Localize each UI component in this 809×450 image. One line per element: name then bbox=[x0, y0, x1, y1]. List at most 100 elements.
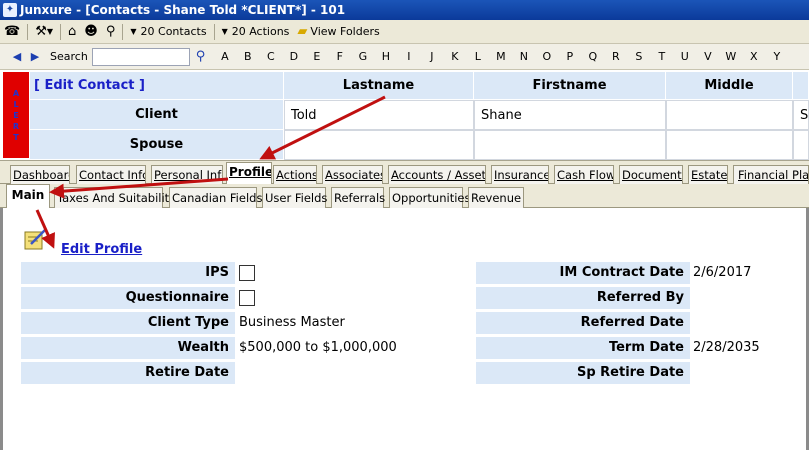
alert-letter: A bbox=[12, 88, 20, 98]
tab-estate[interactable]: Estate bbox=[688, 165, 728, 185]
tab-cash-flow[interactable]: Cash Flow bbox=[554, 165, 614, 185]
alpha-letter[interactable]: O bbox=[535, 50, 558, 63]
alpha-letter[interactable]: D bbox=[282, 50, 305, 63]
referred-by-label: Referred By bbox=[476, 287, 690, 309]
alpha-letter[interactable]: F bbox=[328, 50, 351, 63]
spouse-middle-field[interactable] bbox=[666, 130, 793, 160]
sp-retire-date-label: Sp Retire Date bbox=[476, 362, 690, 384]
alpha-letter[interactable]: G bbox=[351, 50, 374, 63]
spouse-lastname-field[interactable] bbox=[284, 130, 474, 160]
term-date-label: Term Date bbox=[476, 337, 690, 359]
toolbar: ☎ ⚒ ▼ ⌂ ☻ ⚲ ▼ 20 Contacts ▼ 20 Actions ▰ … bbox=[0, 20, 809, 44]
client-extra-field[interactable]: Sh bbox=[793, 100, 809, 130]
folder-icon: ▰ bbox=[297, 23, 308, 39]
wealth-label: Wealth bbox=[21, 337, 235, 359]
search-label: Search bbox=[50, 50, 88, 63]
alpha-letter[interactable]: I bbox=[397, 50, 420, 63]
alpha-letter[interactable]: Q bbox=[581, 50, 604, 63]
actions-dropdown-button[interactable]: ▼ 20 Actions bbox=[218, 22, 294, 42]
binoculars-icon[interactable]: ⚲ bbox=[102, 22, 120, 42]
subtab-main[interactable]: Main bbox=[6, 184, 50, 208]
tab-actions[interactable]: Actions bbox=[273, 165, 317, 185]
notepad-pencil-icon[interactable] bbox=[23, 227, 49, 251]
alpha-letter[interactable]: Y bbox=[765, 50, 788, 63]
dropdown-arrow-icon: ▼ bbox=[221, 27, 228, 36]
search-go-icon[interactable]: ⚲ bbox=[196, 49, 206, 65]
alpha-letter[interactable]: P bbox=[558, 50, 581, 63]
tab-documents[interactable]: Documents bbox=[619, 165, 683, 185]
tab-dashboard[interactable]: Dashboard bbox=[10, 165, 70, 185]
contacts-group-icon[interactable]: ☻ bbox=[80, 22, 102, 42]
tab-insurance[interactable]: Insurance bbox=[491, 165, 549, 185]
ips-checkbox[interactable] bbox=[239, 265, 255, 281]
row-label-client: Client bbox=[30, 100, 284, 130]
phone-icon[interactable]: ☎ bbox=[0, 22, 24, 42]
alert-indicator[interactable]: ALERT bbox=[3, 72, 29, 158]
contacts-dropdown-button[interactable]: ▼ 20 Contacts bbox=[126, 22, 210, 42]
edit-contact-link[interactable]: [ Edit Contact ] bbox=[30, 72, 284, 100]
row-label-spouse: Spouse bbox=[30, 130, 284, 160]
column-header-middle: Middle bbox=[666, 72, 793, 100]
alpha-letter[interactable]: X bbox=[742, 50, 765, 63]
alpha-letter[interactable]: C bbox=[259, 50, 282, 63]
contacts-count-label: 20 Contacts bbox=[140, 25, 207, 38]
column-header-firstname: Firstname bbox=[474, 72, 666, 100]
alert-letter: T bbox=[13, 132, 19, 142]
alpha-letter[interactable]: V bbox=[696, 50, 719, 63]
actions-count-label: 20 Actions bbox=[231, 25, 290, 38]
alpha-letter[interactable]: S bbox=[627, 50, 650, 63]
client-lastname-field[interactable]: Told bbox=[284, 100, 474, 130]
alpha-letter[interactable]: W bbox=[719, 50, 742, 63]
profile-main-panel: Edit Profile IPS Questionnaire Client Ty… bbox=[0, 208, 809, 450]
alpha-letter[interactable]: A bbox=[213, 50, 236, 63]
back-arrow-icon[interactable]: ◀ bbox=[8, 50, 26, 63]
term-date-value: 2/28/2035 bbox=[693, 340, 760, 355]
alert-letter: L bbox=[13, 99, 19, 109]
client-firstname-field[interactable]: Shane bbox=[474, 100, 666, 130]
alpha-letter[interactable]: U bbox=[673, 50, 696, 63]
questionnaire-checkbox[interactable] bbox=[239, 290, 255, 306]
subtab-taxes-and-suitability[interactable]: Taxes And Suitability bbox=[54, 187, 176, 208]
alpha-letter[interactable]: J bbox=[420, 50, 443, 63]
alpha-letter[interactable]: M bbox=[489, 50, 512, 63]
spouse-extra-field[interactable] bbox=[793, 130, 809, 160]
edit-profile-link[interactable]: Edit Profile bbox=[61, 242, 142, 257]
alert-letter: E bbox=[13, 110, 19, 120]
alert-letter: R bbox=[12, 121, 20, 131]
subtab-revenue[interactable]: Revenue bbox=[468, 187, 524, 208]
im-contract-date-label: IM Contract Date bbox=[476, 262, 690, 284]
subtab-user-fields[interactable]: User Fields bbox=[262, 187, 327, 208]
subtab-canadian-fields[interactable]: Canadian Fields bbox=[169, 187, 262, 208]
tab-associates[interactable]: Associates bbox=[322, 165, 383, 185]
subtab-referrals[interactable]: Referrals bbox=[331, 187, 385, 208]
alpha-letter[interactable]: T bbox=[650, 50, 673, 63]
alpha-letter[interactable]: L bbox=[466, 50, 489, 63]
alpha-letter[interactable]: H bbox=[374, 50, 397, 63]
tools-icon[interactable]: ⚒ ▼ bbox=[31, 22, 57, 42]
ips-label: IPS bbox=[21, 262, 235, 284]
tab-profile[interactable]: Profile bbox=[226, 162, 272, 186]
search-input[interactable] bbox=[91, 47, 190, 66]
window-title: Junxure - [Contacts - Shane Told *CLIENT… bbox=[20, 3, 346, 17]
forward-arrow-icon[interactable]: ▶ bbox=[26, 50, 44, 63]
alpha-letter[interactable]: R bbox=[604, 50, 627, 63]
client-middle-field[interactable] bbox=[666, 100, 793, 130]
tab-contact-info[interactable]: Contact Info bbox=[76, 165, 146, 185]
alpha-letter[interactable]: K bbox=[443, 50, 466, 63]
tab-accounts-assets[interactable]: Accounts / Assets bbox=[388, 165, 486, 185]
retire-date-label: Retire Date bbox=[21, 362, 235, 384]
view-folders-button[interactable]: ▰ View Folders bbox=[293, 22, 383, 42]
tab-personal-info[interactable]: Personal Info bbox=[151, 165, 223, 185]
subtab-opportunities[interactable]: Opportunities bbox=[389, 187, 470, 208]
client-type-label: Client Type bbox=[21, 312, 235, 334]
alpha-letter[interactable]: E bbox=[305, 50, 328, 63]
alpha-letter[interactable]: B bbox=[236, 50, 259, 63]
spouse-firstname-field[interactable] bbox=[474, 130, 666, 160]
client-type-value: Business Master bbox=[239, 315, 345, 330]
wealth-value: $500,000 to $1,000,000 bbox=[239, 340, 397, 355]
im-contract-date-value: 2/6/2017 bbox=[693, 265, 752, 280]
referred-date-label: Referred Date bbox=[476, 312, 690, 334]
alpha-letter[interactable]: N bbox=[512, 50, 535, 63]
home-icon[interactable]: ⌂ bbox=[64, 22, 80, 42]
tab-financial-planning[interactable]: Financial Planning bbox=[733, 165, 809, 185]
